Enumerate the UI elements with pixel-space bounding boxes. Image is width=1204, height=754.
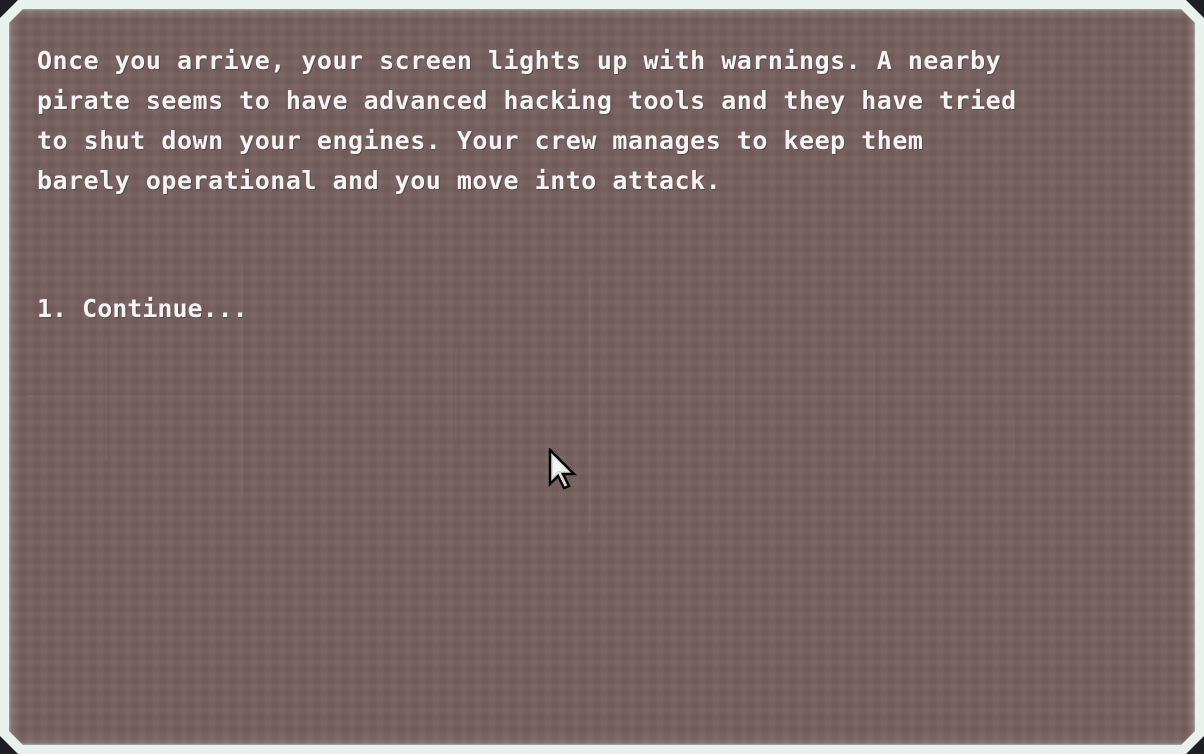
- circuit-trace: [873, 349, 875, 461]
- circuit-trace: [105, 339, 107, 461]
- event-description: Once you arrive, your screen lights up w…: [37, 46, 1017, 195]
- choice-continue[interactable]: 1. Continue...: [37, 289, 248, 329]
- circuit-trace: [733, 349, 735, 451]
- event-dialog: Once you arrive, your screen lights up w…: [0, 0, 1204, 754]
- circuit-trace: [1013, 419, 1015, 461]
- mouse-cursor-icon: [548, 448, 578, 490]
- circuit-trace: [29, 395, 1181, 397]
- event-dialog-panel: Once you arrive, your screen lights up w…: [9, 9, 1195, 745]
- circuit-trace: [589, 279, 591, 531]
